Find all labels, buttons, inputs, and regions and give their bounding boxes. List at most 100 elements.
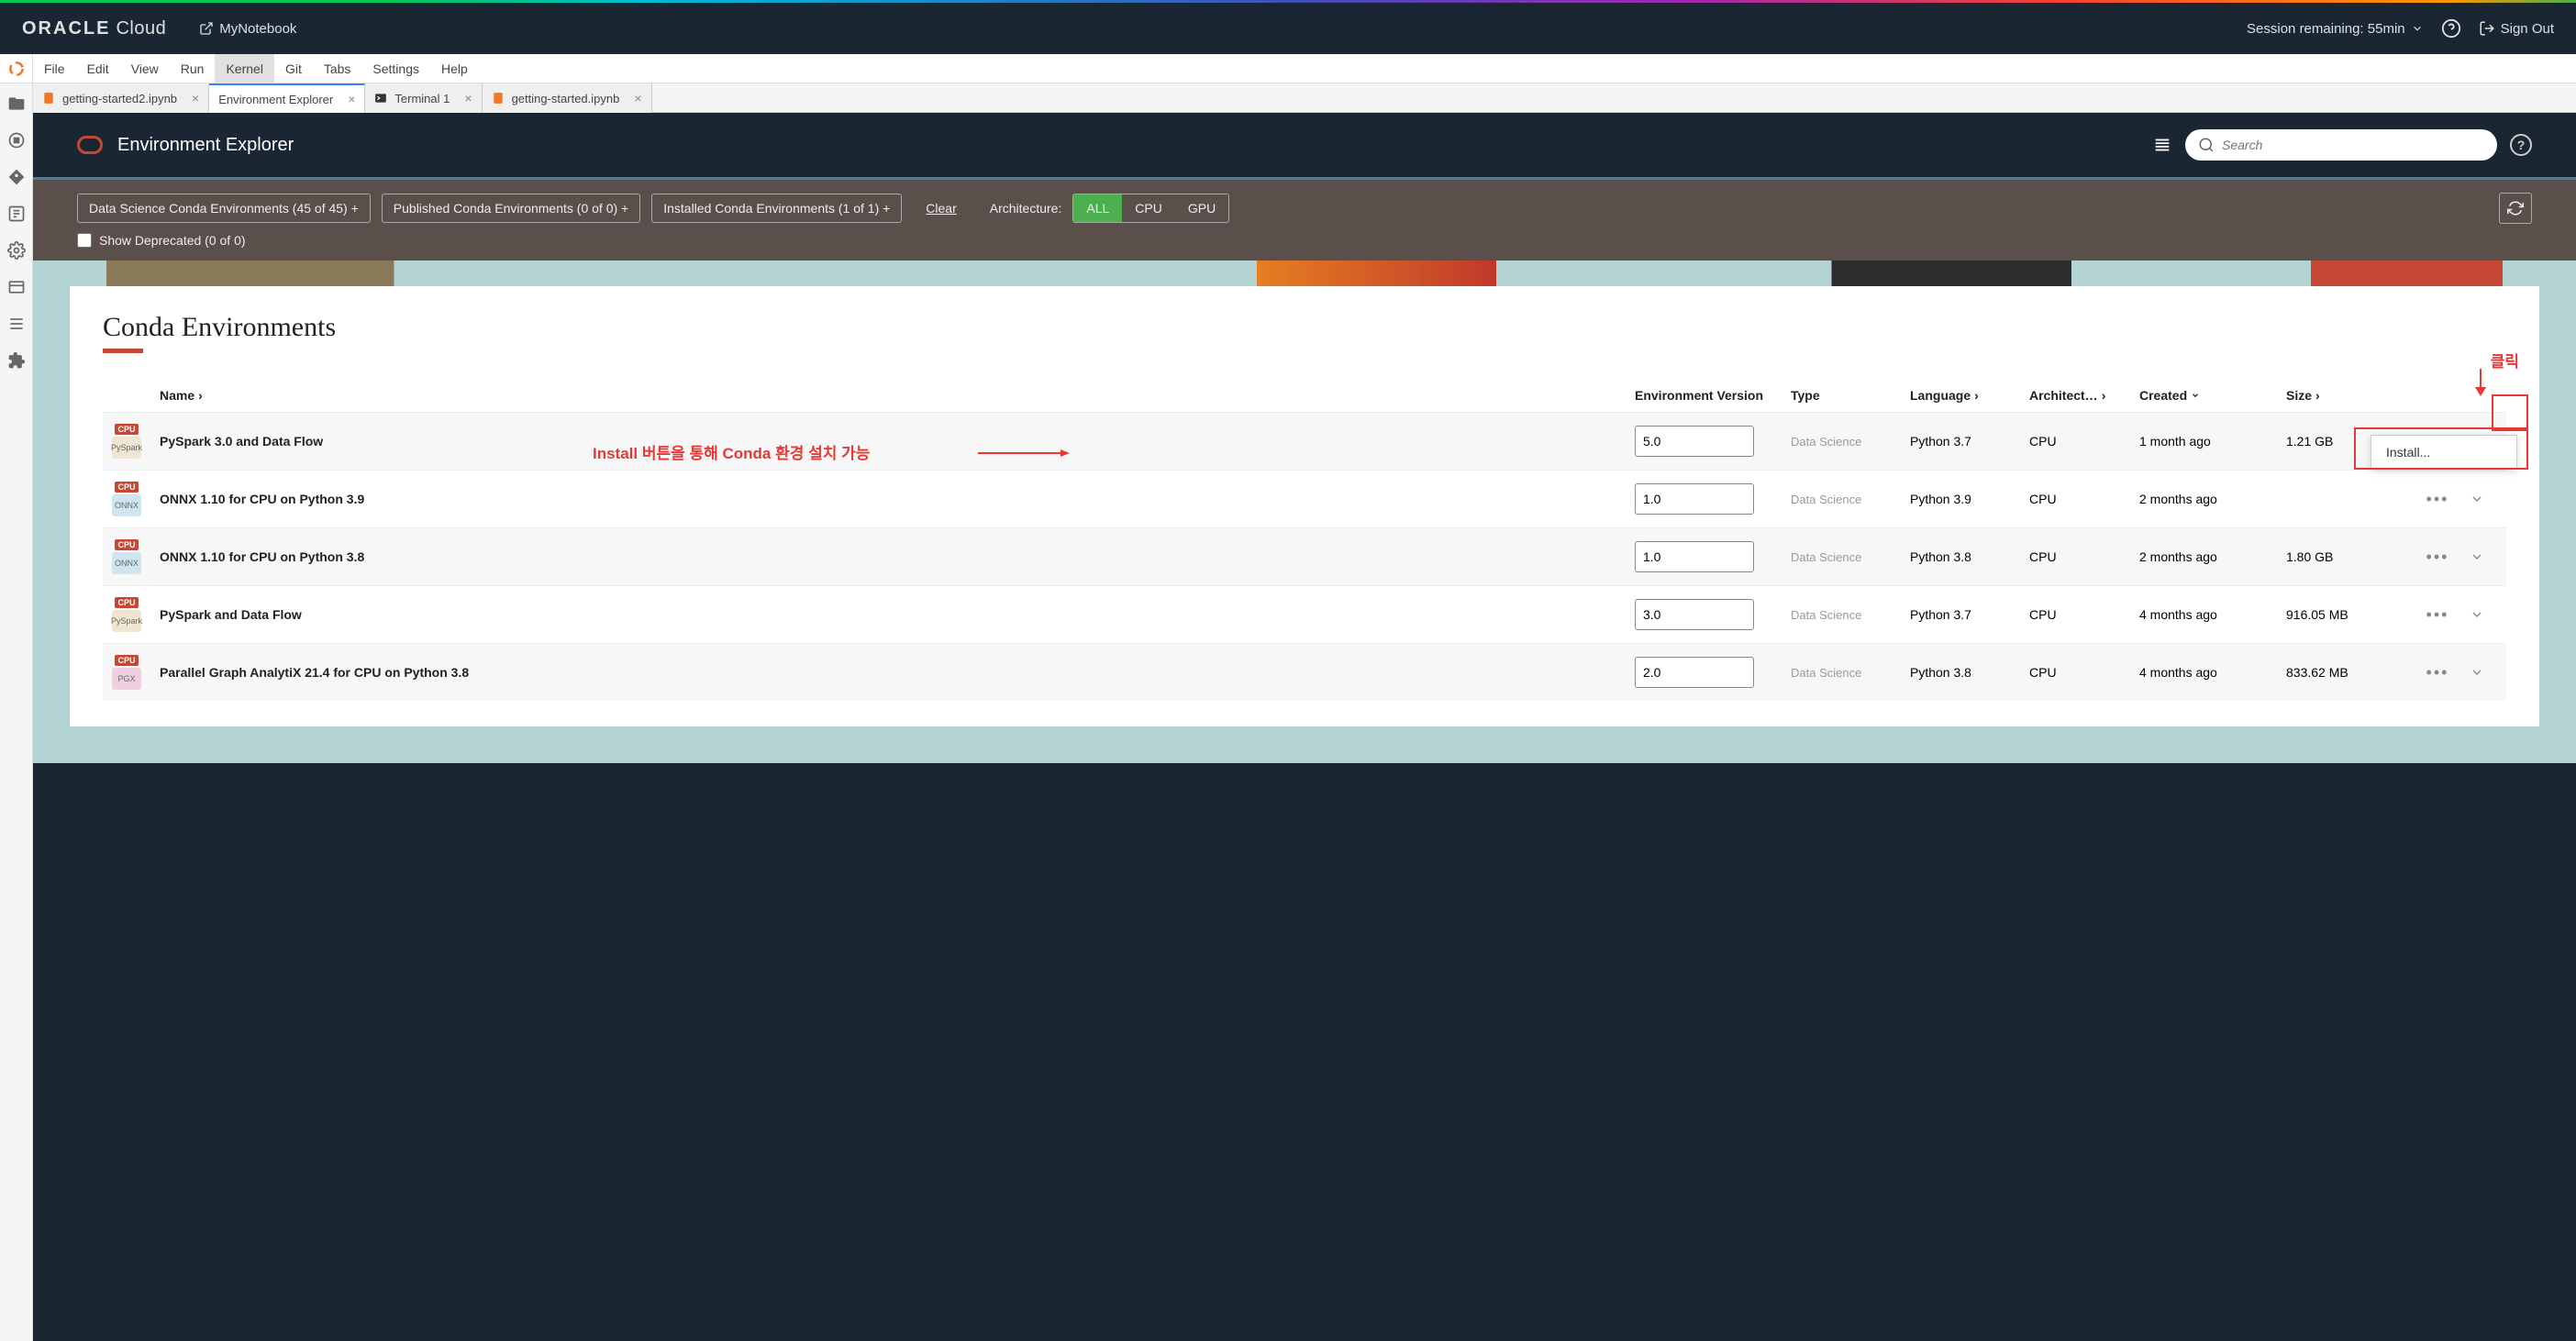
cpu-badge: CPU [115,655,138,666]
col-created[interactable]: Created [2139,388,2277,403]
expand-row-button[interactable] [2470,607,2506,622]
tab-close-icon[interactable]: × [634,91,641,105]
size-cell: 916.05 MB [2286,607,2405,622]
tabs-icon[interactable] [7,278,26,296]
version-select[interactable] [1635,426,1754,457]
clear-filters[interactable]: Clear [926,201,956,216]
help-button[interactable] [2440,17,2462,39]
more-actions-button[interactable]: ••• [2415,490,2460,509]
search-input[interactable] [2222,138,2484,152]
expand-row-button[interactable] [2470,665,2506,680]
show-deprecated-checkbox[interactable] [77,233,92,248]
more-actions-button[interactable]: ••• [2415,605,2460,625]
language-cell: Python 3.8 [1910,665,2020,680]
annotation-click: 클릭 [2491,349,2519,371]
git-icon[interactable] [7,168,26,186]
env-name: PySpark and Data Flow [160,607,1626,622]
arch-cpu[interactable]: CPU [1122,194,1175,222]
notebook-link[interactable]: MyNotebook [199,21,296,37]
version-select[interactable] [1635,599,1754,630]
menu-view[interactable]: View [120,54,170,83]
show-deprecated-row[interactable]: Show Deprecated (0 of 0) [77,233,2532,248]
notebook-icon [42,92,55,105]
menu-settings[interactable]: Settings [361,54,430,83]
tab-label: Environment Explorer [218,93,333,106]
env-header-right: ? [2152,129,2532,161]
commands-icon[interactable] [7,205,26,223]
arch-all[interactable]: ALL [1073,194,1122,222]
more-actions-button[interactable]: ••• [2415,548,2460,567]
env-icon-cell: CPUPGX [103,655,150,690]
expand-row-button[interactable] [2470,492,2506,506]
type-cell: Data Science [1791,666,1901,680]
version-select[interactable] [1635,541,1754,572]
version-cell [1635,483,1782,515]
version-cell [1635,599,1782,630]
jupyter-menubar: FileEditViewRunKernelGitTabsSettingsHelp [0,54,2576,83]
tab-environment-explorer[interactable]: Environment Explorer × [209,83,365,113]
cpu-badge: CPU [115,482,138,493]
tab-close-icon[interactable]: × [192,91,199,105]
section-title: Conda Environments [103,312,2506,343]
menu-edit[interactable]: Edit [76,54,120,83]
type-cell: Data Science [1791,435,1901,449]
refresh-button[interactable] [2499,193,2532,224]
toc-icon[interactable] [7,315,26,333]
install-popup[interactable]: Install... [2371,435,2517,470]
arch-cell: CPU [2029,665,2130,680]
view-toggle-icon[interactable] [2152,135,2172,155]
menu-git[interactable]: Git [274,54,313,83]
menu-file[interactable]: File [33,54,76,83]
table-header-row: Name › Environment Version Type Language… [103,379,2506,412]
col-language[interactable]: Language › [1910,388,2020,403]
arch-cell: CPU [2029,607,2130,622]
menu-kernel[interactable]: Kernel [215,54,273,83]
notebook-link-label: MyNotebook [219,21,296,37]
tab-getting-started-ipynb[interactable]: getting-started.ipynb× [483,83,652,113]
env-name: Parallel Graph AnalytiX 21.4 for CPU on … [160,665,1626,680]
filter-chip-0[interactable]: Data Science Conda Environments (45 of 4… [77,194,371,223]
env-type-icon: ONNX [112,552,141,574]
terminal-icon [374,92,387,105]
type-cell: Data Science [1791,550,1901,564]
version-cell [1635,657,1782,688]
filter-chip-2[interactable]: Installed Conda Environments (1 of 1) + [651,194,902,223]
menu-run[interactable]: Run [170,54,216,83]
menu-tabs[interactable]: Tabs [313,54,362,83]
session-remaining[interactable]: Session remaining: 55min [2247,21,2424,37]
col-name[interactable]: Name › [160,388,1626,403]
tab-close-icon[interactable]: × [464,91,472,105]
oracle-o-icon [77,136,103,154]
more-actions-button[interactable]: ••• [2415,663,2460,682]
version-select[interactable] [1635,483,1754,515]
version-select[interactable] [1635,657,1754,688]
env-help-button[interactable]: ? [2510,134,2532,156]
created-cell: 4 months ago [2139,607,2277,622]
folder-icon[interactable] [7,94,26,113]
tabs-bar: getting-started2.ipynb×Environment Explo… [33,83,2576,113]
created-cell: 1 month ago [2139,434,2277,449]
col-size[interactable]: Size › [2286,388,2405,403]
arch-gpu[interactable]: GPU [1175,194,1228,222]
help-circle-icon [2441,18,2461,39]
jupyter-logo[interactable] [0,54,33,83]
tab-getting-started2-ipynb[interactable]: getting-started2.ipynb× [33,83,209,113]
size-cell: 833.62 MB [2286,665,2405,680]
menu-help[interactable]: Help [430,54,479,83]
session-text: Session remaining: 55min [2247,21,2405,37]
extension-icon[interactable] [7,351,26,370]
tab-terminal-1[interactable]: Terminal 1× [365,83,482,113]
architecture-label: Architecture: [990,201,1062,216]
running-icon[interactable] [7,131,26,150]
search-box[interactable] [2185,129,2497,161]
filter-chip-1[interactable]: Published Conda Environments (0 of 0) + [382,194,640,223]
tab-close-icon[interactable]: × [348,92,355,106]
settings-gear-icon[interactable] [7,241,26,260]
chevron-down-icon [2191,391,2200,400]
sign-out-button[interactable]: Sign Out [2479,20,2554,37]
chevron-down-icon [2411,22,2424,35]
language-cell: Python 3.8 [1910,549,2020,564]
env-type-icon: PySpark [112,610,141,632]
expand-row-button[interactable] [2470,549,2506,564]
col-architecture[interactable]: Architect… › [2029,388,2130,403]
